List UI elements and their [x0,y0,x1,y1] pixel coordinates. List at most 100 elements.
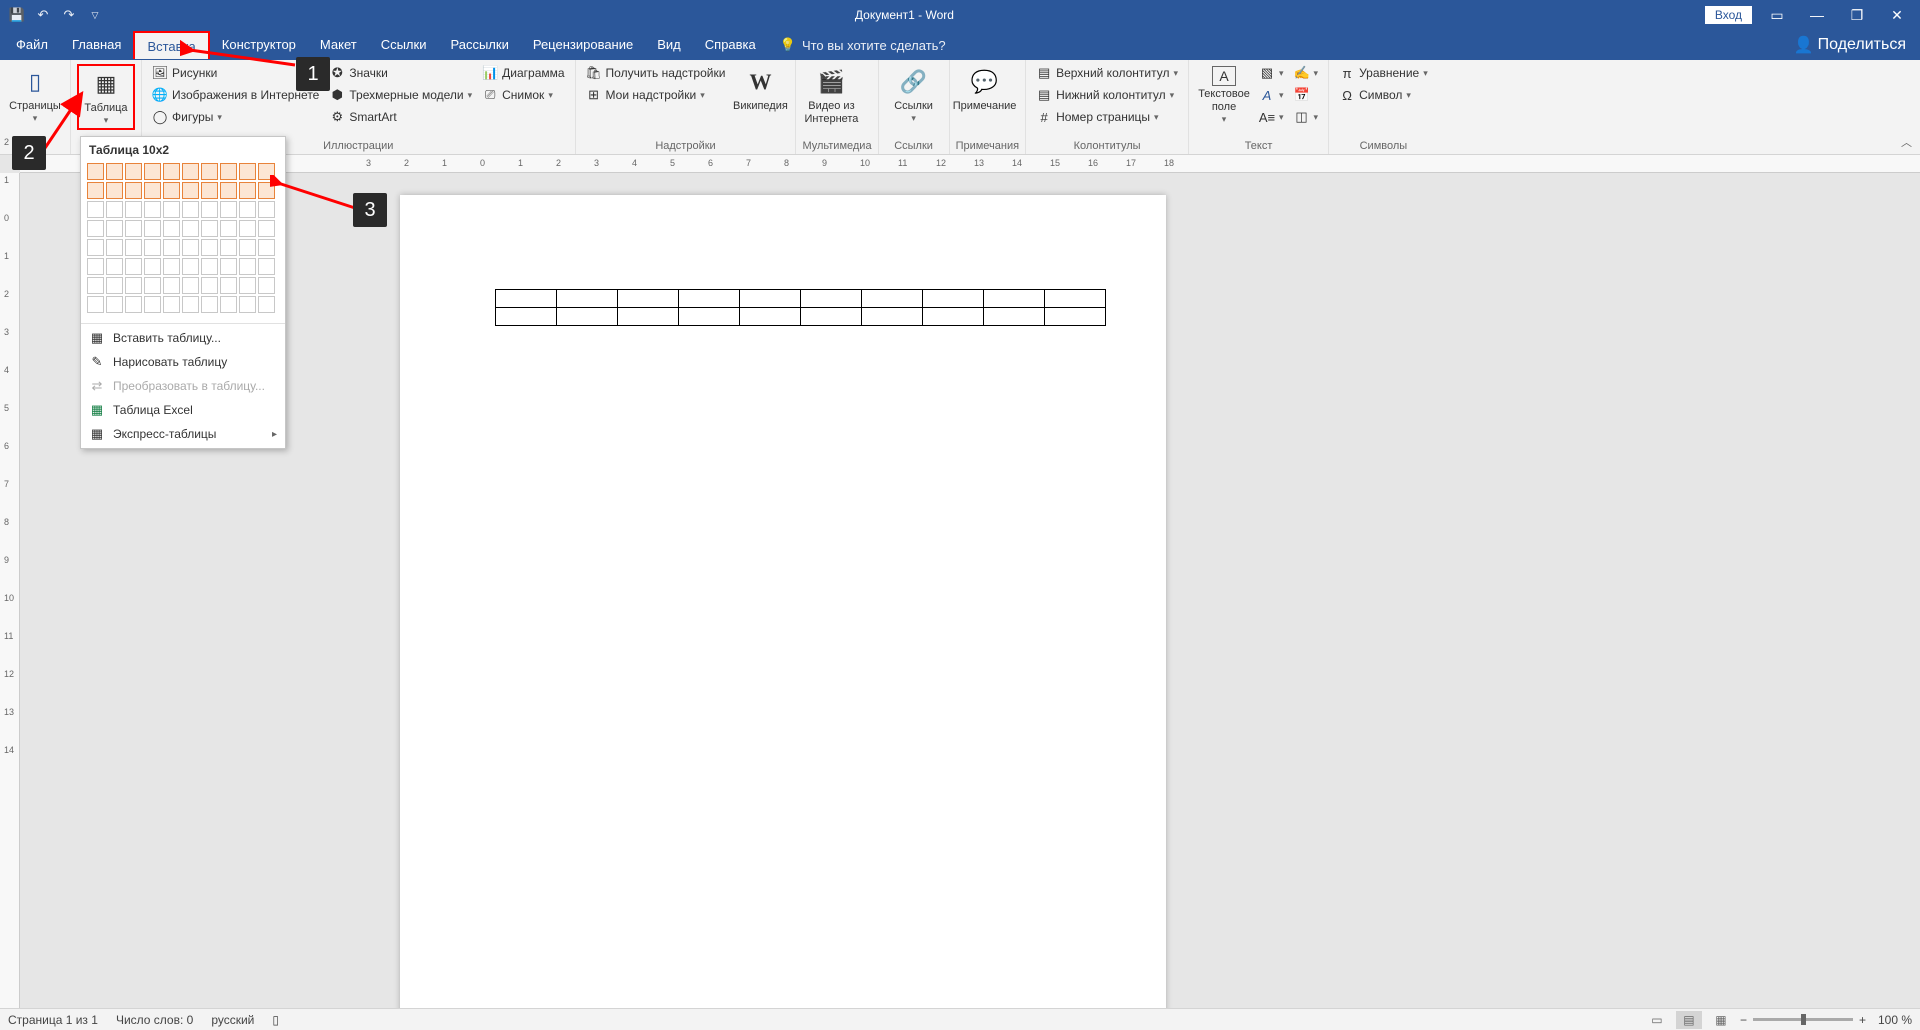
grid-cell[interactable] [106,201,123,218]
footer-button[interactable]: ▤Нижний колонтитул [1032,84,1182,106]
grid-cell[interactable] [201,163,218,180]
grid-cell[interactable] [220,258,237,275]
status-page[interactable]: Страница 1 из 1 [8,1013,98,1027]
grid-cell[interactable] [239,163,256,180]
icons-button[interactable]: ✪Значки [325,62,476,84]
grid-cell[interactable] [220,163,237,180]
view-print-layout-icon[interactable]: ▤ [1676,1011,1702,1029]
tab-layout[interactable]: Макет [308,31,369,59]
grid-cell[interactable] [106,182,123,199]
share-button[interactable]: 👤 Поделиться [1794,35,1906,55]
symbol-button[interactable]: ΩСимвол [1335,84,1432,106]
grid-cell[interactable] [125,220,142,237]
grid-cell[interactable] [125,296,142,313]
grid-cell[interactable] [239,201,256,218]
links-button[interactable]: 🔗 Ссылки [885,62,943,124]
grid-cell[interactable] [163,277,180,294]
zoom-level[interactable]: 100 % [1878,1013,1912,1027]
table-grid-picker[interactable] [81,161,285,321]
page-number-button[interactable]: #Номер страницы [1032,106,1182,128]
date-time-button[interactable]: 📅 [1290,84,1323,106]
grid-cell[interactable] [87,163,104,180]
grid-cell[interactable] [87,239,104,256]
grid-cell[interactable] [125,163,142,180]
grid-cell[interactable] [144,239,161,256]
tab-home[interactable]: Главная [60,31,133,59]
grid-cell[interactable] [106,239,123,256]
grid-cell[interactable] [144,201,161,218]
grid-cell[interactable] [220,201,237,218]
grid-cell[interactable] [87,182,104,199]
grid-cell[interactable] [220,277,237,294]
close-icon[interactable]: ✕ [1882,0,1912,30]
grid-cell[interactable] [239,239,256,256]
grid-cell[interactable] [106,296,123,313]
grid-cell[interactable] [144,296,161,313]
inserted-table[interactable] [495,289,1106,326]
signature-button[interactable]: ✍ [1290,62,1323,84]
object-button[interactable]: ◫ [1290,106,1323,128]
status-language[interactable]: русский [211,1013,254,1027]
grid-cell[interactable] [239,296,256,313]
textbox-button[interactable]: A Текстовое поле [1195,62,1253,125]
login-button[interactable]: Вход [1705,6,1752,24]
excel-table-item[interactable]: ▦Таблица Excel [81,398,285,422]
grid-cell[interactable] [239,182,256,199]
tab-design[interactable]: Конструктор [210,31,308,59]
grid-cell[interactable] [258,220,275,237]
grid-cell[interactable] [125,182,142,199]
insert-table-item[interactable]: ▦Вставить таблицу... [81,326,285,350]
grid-cell[interactable] [125,258,142,275]
grid-cell[interactable] [163,220,180,237]
grid-cell[interactable] [258,201,275,218]
grid-cell[interactable] [144,182,161,199]
undo-icon[interactable]: ↶ [34,6,52,24]
shapes-button[interactable]: ◯Фигуры [148,106,323,128]
grid-cell[interactable] [144,277,161,294]
quick-parts-button[interactable]: ▧ [1255,62,1288,84]
minimize-icon[interactable]: — [1802,0,1832,30]
grid-cell[interactable] [106,258,123,275]
maximize-icon[interactable]: ❐ [1842,0,1872,30]
chart-button[interactable]: 📊Диаграмма [478,62,568,84]
tab-view[interactable]: Вид [645,31,693,59]
grid-cell[interactable] [239,220,256,237]
tell-me-search[interactable]: 💡 Что вы хотите сделать? [780,37,946,53]
grid-cell[interactable] [258,277,275,294]
tab-mailings[interactable]: Рассылки [438,31,520,59]
qat-customize-icon[interactable]: ▽ [86,6,104,24]
grid-cell[interactable] [201,220,218,237]
pages-button[interactable]: ▯ Страницы [6,62,64,124]
grid-cell[interactable] [258,258,275,275]
drop-cap-button[interactable]: A≡ [1255,106,1288,128]
grid-cell[interactable] [201,277,218,294]
status-macro-icon[interactable]: ▯ [272,1013,279,1027]
grid-cell[interactable] [201,201,218,218]
online-video-button[interactable]: 🎬 Видео из Интернета [802,62,860,126]
document-page[interactable] [400,195,1166,1008]
zoom-in-icon[interactable]: + [1859,1013,1866,1027]
grid-cell[interactable] [163,296,180,313]
grid-cell[interactable] [163,163,180,180]
horizontal-ruler[interactable]: 3210123456789101112131415161718 [20,155,1920,173]
equation-button[interactable]: πУравнение [1335,62,1432,84]
tab-references[interactable]: Ссылки [369,31,439,59]
grid-cell[interactable] [239,258,256,275]
grid-cell[interactable] [182,277,199,294]
collapse-ribbon-icon[interactable]: ︿ [1901,134,1912,150]
grid-cell[interactable] [144,258,161,275]
grid-cell[interactable] [220,296,237,313]
get-addins-button[interactable]: 🛍Получить надстройки [582,62,730,84]
grid-cell[interactable] [182,182,199,199]
tab-insert[interactable]: Вставка [133,31,209,59]
screenshot-button[interactable]: ⎚Снимок [478,84,568,106]
grid-cell[interactable] [201,296,218,313]
grid-cell[interactable] [87,277,104,294]
grid-cell[interactable] [163,182,180,199]
grid-cell[interactable] [258,296,275,313]
grid-cell[interactable] [144,220,161,237]
grid-cell[interactable] [87,201,104,218]
grid-cell[interactable] [87,220,104,237]
smartart-button[interactable]: ⚙SmartArt [325,106,476,128]
zoom-slider[interactable] [1753,1018,1853,1021]
